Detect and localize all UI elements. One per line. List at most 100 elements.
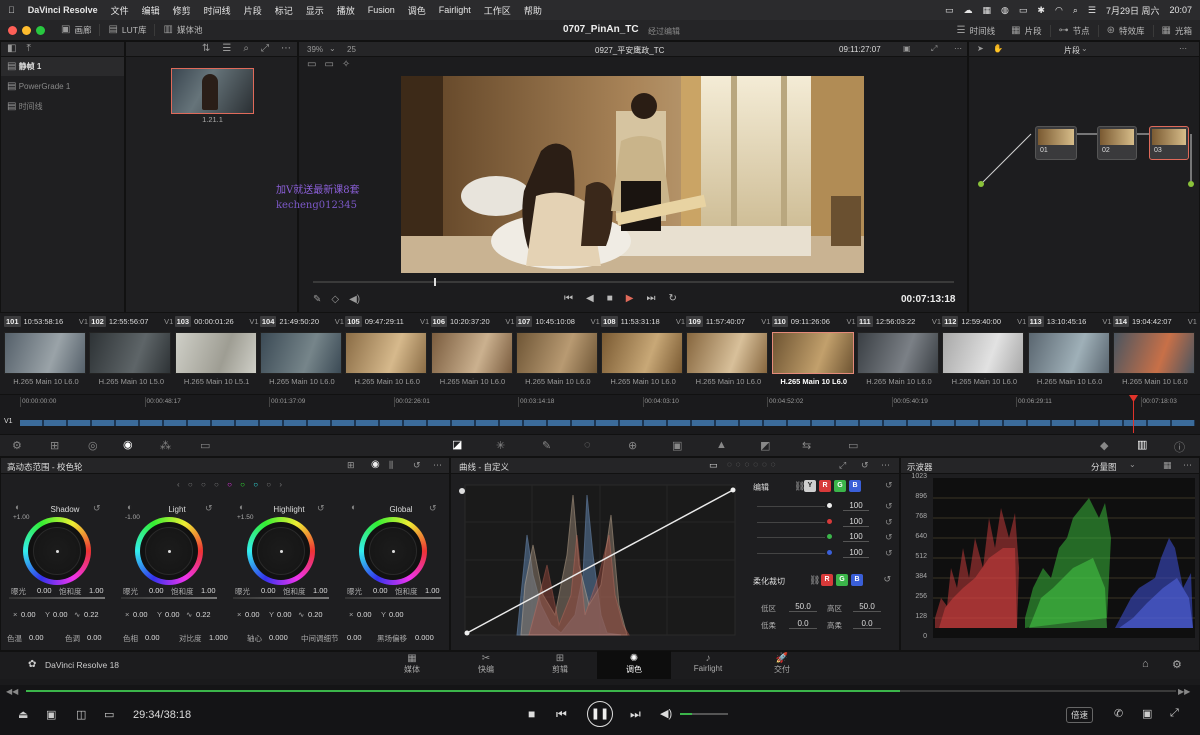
qualifier-icon[interactable]: ✎: [542, 439, 551, 452]
more-icon[interactable]: ⋯: [881, 460, 890, 471]
clip-thumbnail-card[interactable]: 101 10:53:58:16 V1 H.265 Main 10 L6.0: [4, 314, 88, 392]
high-input[interactable]: 50.0: [853, 602, 881, 612]
reset-icon[interactable]: ↺: [413, 460, 421, 471]
reset-icon[interactable]: ↺: [883, 574, 891, 585]
menu-item[interactable]: 显示: [306, 4, 324, 17]
menu-item[interactable]: 帮助: [524, 4, 542, 17]
channel-r-toggle[interactable]: R: [819, 480, 831, 492]
bag-icon[interactable]: ▣: [1142, 707, 1152, 720]
channel-b-toggle[interactable]: B: [849, 480, 861, 492]
color-wheels-icon[interactable]: ◎: [88, 439, 98, 452]
gallery-button[interactable]: ▣ 画廊: [53, 24, 99, 36]
minimize-window-button[interactable]: [22, 25, 31, 35]
bars-mode-icon[interactable]: ⫼: [389, 460, 393, 471]
color-wheel[interactable]: [247, 517, 315, 585]
sort-icon[interactable]: ⇅: [202, 44, 210, 54]
pause-button[interactable]: ❚❚: [587, 701, 613, 727]
hand-tool-icon[interactable]: ✋: [993, 44, 1003, 53]
blur-icon[interactable]: ▲: [716, 439, 727, 451]
color-wheel[interactable]: [135, 517, 203, 585]
page-tab[interactable]: 🚀 交付: [745, 651, 819, 679]
node-03[interactable]: 03: [1149, 126, 1189, 160]
video-track[interactable]: [20, 420, 1195, 426]
high-soft-input[interactable]: 0.0: [853, 619, 881, 629]
volume-icon[interactable]: ◀): [349, 294, 360, 305]
magic-wand-icon[interactable]: ✧: [342, 60, 350, 70]
menu-item[interactable]: 标记: [275, 4, 293, 17]
soft-clip-g-toggle[interactable]: G: [836, 574, 848, 586]
low-soft-input[interactable]: 0.0: [789, 619, 817, 629]
upload-icon[interactable]: ⤒: [26, 44, 30, 54]
reverse-icon[interactable]: ◀: [586, 293, 594, 304]
camera-icon[interactable]: ▭: [945, 5, 954, 16]
apple-icon[interactable]: : [8, 5, 15, 15]
wheel-mode-icon[interactable]: ◉: [371, 459, 380, 470]
channel-y-toggle[interactable]: Y: [804, 480, 816, 492]
stop-icon[interactable]: ■: [607, 293, 613, 304]
wheel-toggle-icon[interactable]: ◐: [127, 502, 132, 512]
fullscreen-icon[interactable]: ⤢: [261, 44, 269, 54]
color-match-icon[interactable]: ⊞: [50, 439, 59, 452]
clip-thumbnail-card[interactable]: 105 09:47:29:11 V1 H.265 Main 10 L6.0: [345, 314, 429, 392]
x-value[interactable]: 0.00: [357, 610, 372, 619]
param-value[interactable]: 0.00: [29, 633, 44, 642]
param-value[interactable]: 0.000: [269, 633, 288, 642]
rgb-mixer-icon[interactable]: ⁂: [160, 439, 171, 452]
clip-thumbnail-card[interactable]: 108 11:53:31:18 V1 H.265 Main 10 L6.0: [601, 314, 685, 392]
page-tab[interactable]: ⊞ 剪辑: [523, 651, 597, 679]
zone-value[interactable]: 0.22: [84, 610, 99, 619]
color-wheel[interactable]: [359, 517, 427, 585]
param-value[interactable]: 1.000: [209, 633, 228, 642]
reset-icon[interactable]: ↺: [93, 503, 101, 514]
volume-slider[interactable]: [680, 713, 728, 715]
media-pool-button[interactable]: ▥ 媒体池: [155, 24, 210, 36]
scrub-playhead[interactable]: [434, 278, 436, 286]
y-value[interactable]: 0.00: [389, 610, 404, 619]
subtitle-icon[interactable]: ▣: [46, 708, 56, 721]
saturation-value[interactable]: 1.00: [313, 586, 328, 595]
clip-thumbnail-card[interactable]: 107 10:45:10:08 V1 H.265 Main 10 L6.0: [515, 314, 600, 392]
more-icon[interactable]: ⋯: [281, 44, 291, 54]
channel-intensity-input[interactable]: 100: [843, 548, 869, 558]
param-value[interactable]: 0.00: [87, 633, 102, 642]
window-icon[interactable]: ◌: [584, 439, 591, 451]
scopes-icon[interactable]: ▥: [1137, 438, 1147, 451]
display-icon[interactable]: ▣: [903, 44, 911, 53]
more-icon[interactable]: ⋯: [433, 460, 442, 471]
search-icon[interactable]: ⌕: [1073, 5, 1078, 16]
3d-icon[interactable]: ▭: [848, 439, 858, 452]
list-view-icon[interactable]: ☰: [222, 44, 231, 54]
wheel-toggle-icon[interactable]: ◐: [239, 502, 244, 512]
viewer-image[interactable]: [401, 76, 864, 273]
page-tab[interactable]: ✂ 快编: [449, 651, 523, 679]
gallery-item-powergrade[interactable]: ▤ PowerGrade 1: [1, 76, 124, 98]
saturation-value[interactable]: 1.00: [89, 586, 104, 595]
key-icon[interactable]: ◩: [760, 439, 770, 452]
menu-item[interactable]: Fusion: [368, 5, 395, 15]
more-icon[interactable]: ⋯: [1179, 44, 1187, 53]
layers-icon[interactable]: ◇: [331, 294, 339, 305]
magic-mask-icon[interactable]: ▣: [672, 439, 682, 452]
control-center-icon[interactable]: ☰: [1088, 5, 1096, 16]
play-icon[interactable]: ▶: [626, 293, 634, 304]
color-wheel[interactable]: [23, 517, 91, 585]
fullscreen-icon[interactable]: ⤢: [931, 44, 937, 54]
screen-icon[interactable]: ▭: [104, 708, 114, 721]
clip-thumbnail-card[interactable]: 110 09:11:26:06 V1 H.265 Main 10 L6.0: [771, 314, 856, 392]
bluetooth-icon[interactable]: ✱: [1037, 5, 1045, 16]
clip-thumbnail-card[interactable]: 112 12:59:40:00 V1 H.265 Main 10 L6.0: [942, 314, 1026, 392]
menu-item[interactable]: 工作区: [484, 4, 511, 17]
reset-icon[interactable]: ↺: [861, 460, 869, 471]
exposure-value[interactable]: 0.00: [149, 586, 164, 595]
clip-thumbnail-card[interactable]: 113 13:10:45:16 V1 H.265 Main 10 L6.0: [1027, 314, 1112, 392]
grid-icon[interactable]: ▦: [983, 5, 992, 16]
soft-clip-r-toggle[interactable]: R: [821, 574, 833, 586]
still-thumbnail[interactable]: [171, 68, 254, 114]
param-value[interactable]: 0.00: [347, 633, 362, 642]
first-frame-icon[interactable]: ⏮: [564, 293, 573, 304]
fullscreen-icon[interactable]: ⤢: [839, 460, 846, 471]
low-input[interactable]: 50.0: [789, 602, 817, 612]
channel-g-toggle[interactable]: G: [834, 480, 846, 492]
gallery-item-still[interactable]: ▤ 静帧 1: [1, 57, 124, 76]
channel-intensity-input[interactable]: 100: [843, 532, 869, 542]
